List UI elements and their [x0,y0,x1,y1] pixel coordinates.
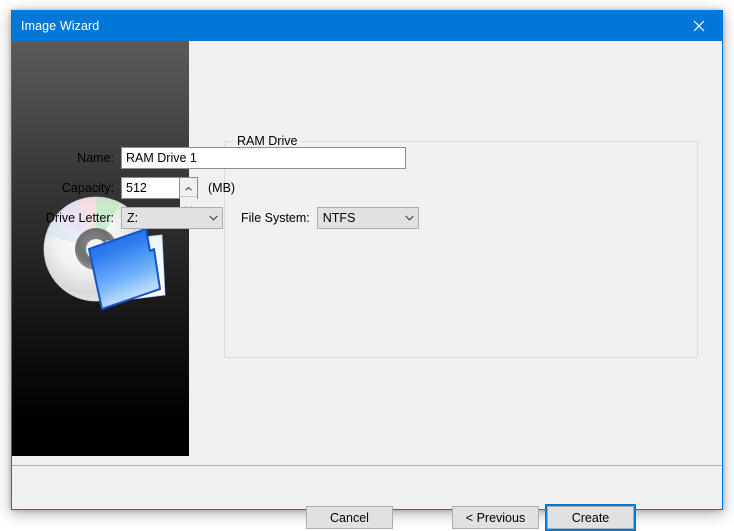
drive-letter-label: Drive Letter: [45,211,114,225]
dialog-body: RAM Drive Name: Capacity: [12,41,722,531]
file-system-select[interactable]: NTFS [316,207,419,229]
ram-drive-groupbox: RAM Drive [224,134,698,358]
previous-button[interactable]: < Previous [452,506,539,529]
capacity-input[interactable] [122,178,179,198]
create-button[interactable]: Create [545,504,636,531]
drive-row: Drive Letter: Z: File System: NTFS [32,207,419,229]
image-wizard-window: Image Wizard RAM Drive Name: RAM Drive 1… [11,10,723,531]
name-row: Name: [32,147,472,169]
create-button-label: Create [547,506,634,529]
capacity-row: Capacity: (MB) [32,177,236,215]
chevron-down-icon [401,215,418,221]
name-label: Name: [77,151,114,165]
drive-letter-select[interactable]: Z: [121,207,223,229]
title-bar[interactable]: Image Wizard [12,11,722,41]
drive-letter-value: Z: [127,211,139,225]
name-input[interactable] [121,147,406,169]
wizard-banner [12,41,189,456]
file-system-label: File System: [241,211,310,225]
cancel-button[interactable]: Cancel [306,506,393,529]
capacity-spin-buttons [179,178,197,215]
window-title: Image Wizard [21,19,100,33]
chevron-down-icon [205,215,222,221]
groupbox-title: RAM Drive [233,134,302,148]
chevron-up-icon [185,178,192,196]
capacity-label: Capacity: [61,181,114,195]
close-button[interactable] [676,11,722,41]
file-system-value: NTFS [322,211,356,225]
capacity-unit-label: (MB) [208,181,236,195]
capacity-stepper[interactable] [121,177,198,215]
capacity-increment-button[interactable] [180,178,197,196]
button-bar: Cancel < Previous Create [12,466,722,531]
close-icon [693,20,705,32]
